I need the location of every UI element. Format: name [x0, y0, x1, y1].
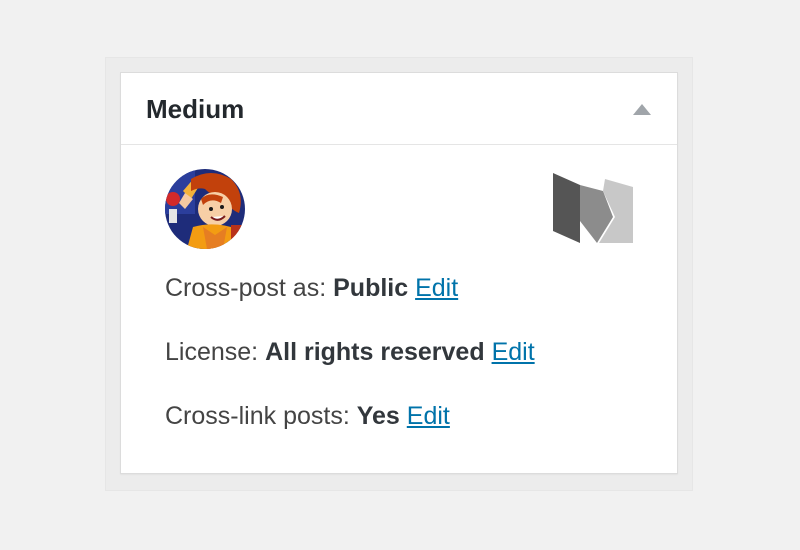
user-avatar — [165, 169, 245, 249]
cross-link-label: Cross-link posts: — [165, 402, 350, 430]
cross-post-label: Cross-post as: — [165, 274, 327, 302]
license-value: All rights reserved — [265, 338, 485, 366]
medium-logo-mark — [553, 173, 633, 243]
metabox-header: Medium — [121, 73, 677, 145]
cross-post-setting: Cross-post as: Public Edit — [165, 272, 458, 304]
cross-link-edit-link[interactable]: Edit — [407, 402, 450, 430]
license-label: License: — [165, 338, 259, 366]
license-setting: License: All rights reserved Edit — [165, 336, 535, 368]
cross-link-value: Yes — [356, 402, 400, 430]
avatar-illustration — [165, 169, 245, 249]
collapse-toggle-button[interactable] — [631, 99, 653, 119]
medium-logo-icon — [553, 173, 633, 243]
cross-post-value: Public — [333, 274, 409, 302]
triangle-up-icon — [633, 103, 651, 115]
metabox-body: Cross-post as: Public Edit License: All … — [121, 145, 677, 473]
license-edit-link[interactable]: Edit — [492, 338, 535, 366]
metabox-title: Medium — [146, 94, 245, 124]
cross-link-setting: Cross-link posts: Yes Edit — [165, 400, 450, 432]
cross-post-edit-link[interactable]: Edit — [415, 274, 458, 302]
medium-metabox: Medium Cross-post as: Public Edit Licens… — [120, 72, 678, 474]
